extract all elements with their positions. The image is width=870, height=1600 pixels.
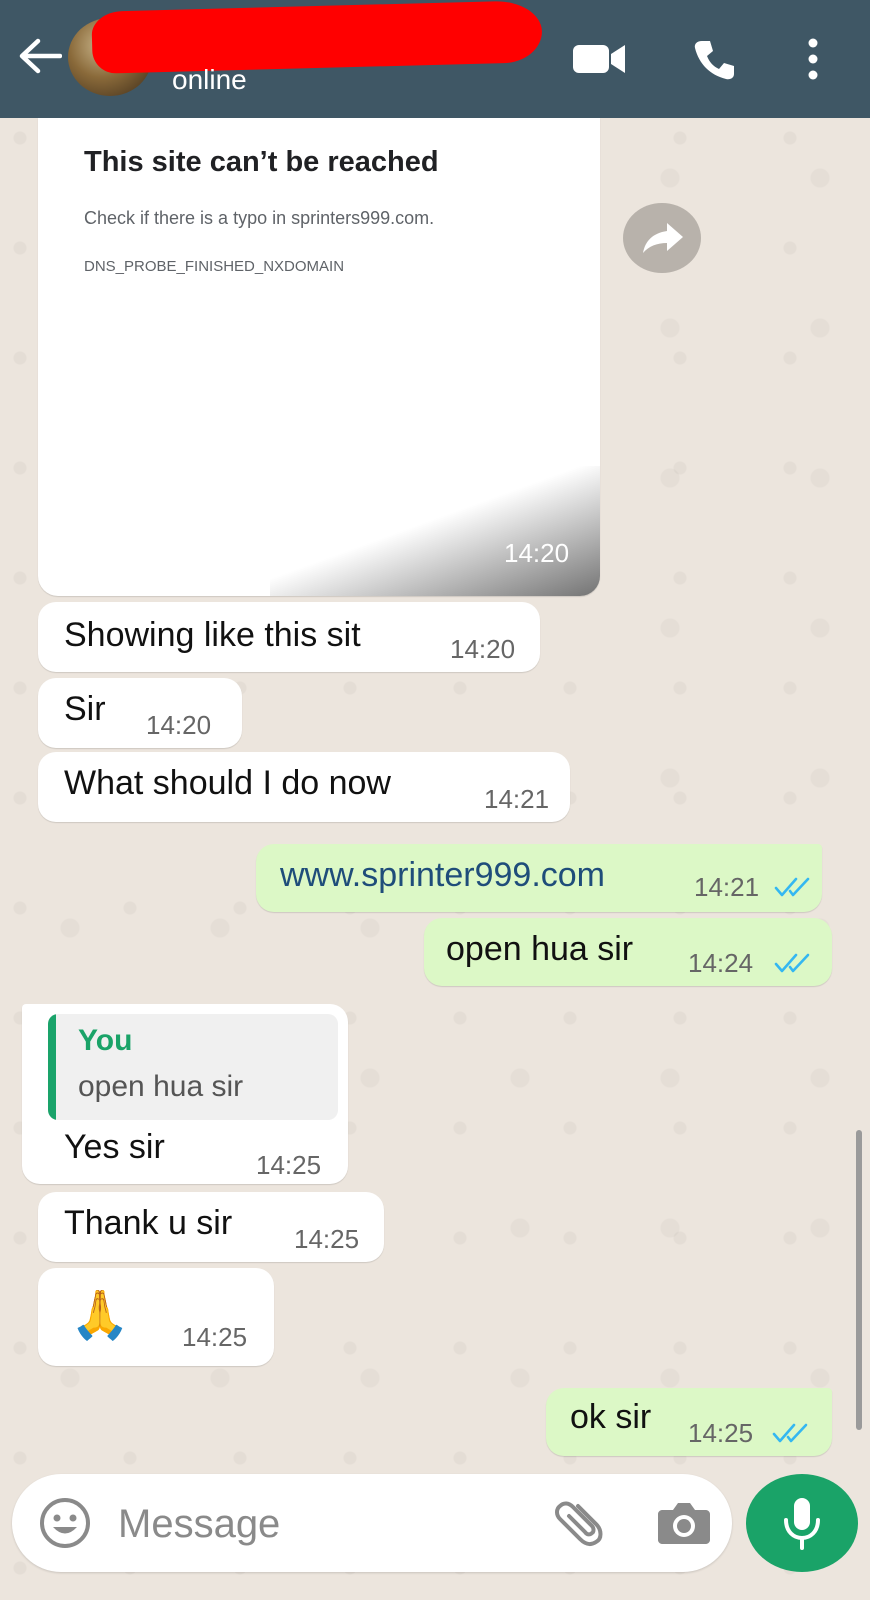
microphone-icon [784,1498,820,1550]
message-time: 14:20 [146,710,212,740]
camera-icon[interactable] [658,1500,710,1544]
incoming-message[interactable]: What should I do now 14:21 [38,752,570,822]
redaction-mark [91,0,543,74]
error-title: This site can’t be reached [84,146,439,178]
outgoing-message[interactable]: www.sprinter999.com 14:21 [256,844,822,912]
message-text: Showing like this sit [64,616,361,654]
back-arrow-icon[interactable] [18,38,62,74]
forward-button[interactable] [623,203,701,273]
quote-text: open hua sir [78,1070,244,1103]
outgoing-message[interactable]: open hua sir 14:24 [424,918,832,986]
video-call-icon[interactable] [573,42,625,76]
message-time: 14:25 [688,1418,754,1448]
error-subtitle: Check if there is a typo in sprinters999… [84,208,435,228]
forward-icon [643,223,683,253]
message-time: 14:25 [256,1150,322,1180]
more-vert-icon[interactable] [805,38,821,80]
voice-message-button[interactable] [746,1474,858,1572]
message-link[interactable]: www.sprinter999.com [280,856,605,895]
incoming-message[interactable]: Sir 14:20 [38,678,242,748]
scrollbar[interactable] [856,1130,862,1430]
quote-author: You [78,1024,133,1057]
emoji-icon[interactable] [38,1496,92,1550]
phone-icon[interactable] [692,38,736,82]
quote-accent-bar [48,1014,56,1120]
message-text: Sir [64,690,106,728]
message-text: open hua sir [446,930,634,968]
read-ticks-icon [774,877,810,897]
message-composer [12,1474,732,1572]
paperclip-icon[interactable] [552,1492,610,1550]
message-time: 14:25 [294,1224,360,1254]
message-time: 14:21 [694,872,760,902]
read-ticks-icon [774,953,810,973]
message-text: Thank u sir [64,1204,233,1242]
message-time: 14:21 [484,784,550,814]
quoted-message[interactable]: You open hua sir [48,1014,338,1120]
message-text: ok sir [570,1398,652,1436]
incoming-message[interactable]: Showing like this sit 14:20 [38,602,540,672]
incoming-message[interactable]: 🙏 14:25 [38,1268,274,1366]
chat-header: online [0,0,870,118]
message-input[interactable] [116,1496,520,1552]
praying-hands-emoji: 🙏 [70,1289,130,1342]
image-shade [270,466,600,596]
message-text: What should I do now [64,764,391,802]
outgoing-message[interactable]: ok sir 14:25 [546,1388,832,1456]
image-message[interactable]: This site can’t be reached Check if ther… [38,118,600,596]
message-time: 14:20 [450,634,516,664]
incoming-message[interactable]: Thank u sir 14:25 [38,1192,384,1262]
message-time: 14:24 [688,948,754,978]
message-time: 14:25 [182,1322,248,1352]
read-ticks-icon [772,1423,808,1443]
contact-status: online [172,64,247,95]
message-text: Yes sir [64,1128,165,1166]
message-time: 14:20 [504,538,570,568]
error-code: DNS_PROBE_FINISHED_NXDOMAIN [84,258,345,275]
